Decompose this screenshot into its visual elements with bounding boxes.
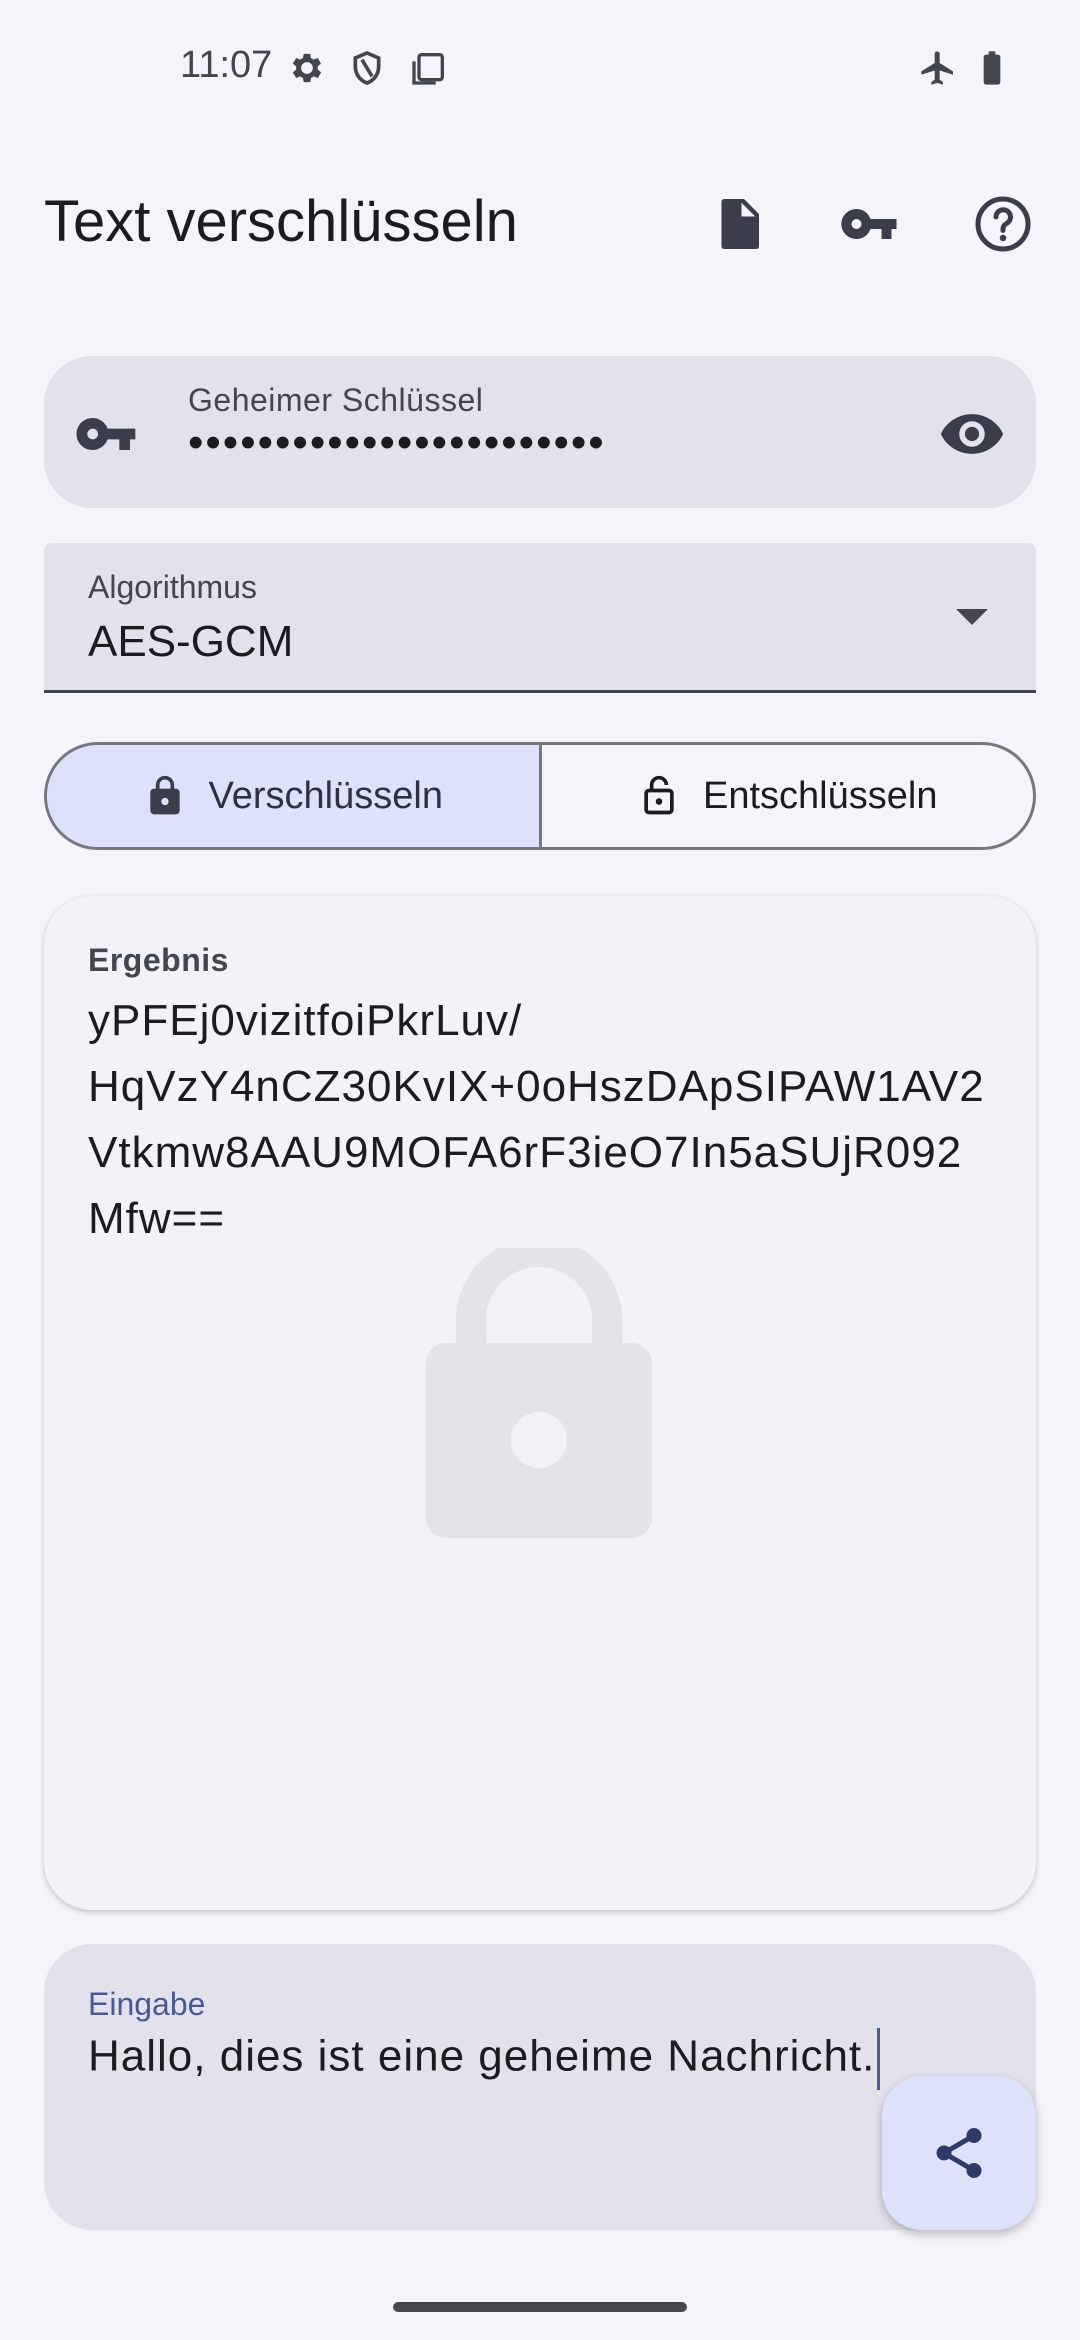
key-icon	[76, 418, 136, 450]
result-line: yPFEj0vizitfoiPkrLuv/	[88, 996, 523, 1045]
algorithm-dropdown[interactable]: Algorithmus AES-GCM	[44, 543, 1036, 693]
decrypt-label: Entschlüsseln	[703, 774, 938, 817]
algorithm-label: Algorithmus	[88, 569, 257, 605]
decrypt-segment[interactable]: Entschlüsseln	[542, 745, 1034, 847]
status-time: 11:07	[180, 44, 273, 86]
help-icon[interactable]	[967, 188, 1039, 260]
shield-icon	[347, 48, 387, 88]
secret-key-field[interactable]: Geheimer Schlüssel •••••••••••••••••••••…	[44, 356, 1036, 508]
algorithm-value: AES-GCM	[88, 617, 294, 666]
result-line: HqVzY4nCZ30KvIX+0oHszDApSIPAW1AV2	[88, 1062, 985, 1111]
home-indicator[interactable]	[393, 2302, 687, 2312]
gear-icon	[287, 48, 327, 88]
share-icon	[936, 2128, 982, 2178]
encrypt-label: Verschlüsseln	[208, 774, 443, 817]
share-button[interactable]	[882, 2076, 1036, 2230]
lock-watermark-icon	[426, 1248, 652, 1538]
input-text[interactable]: Hallo, dies ist eine geheime Nachricht.	[88, 2028, 881, 2090]
input-value: Hallo, dies ist eine geheime Nachricht.	[88, 2031, 876, 2081]
result-label: Ergebnis	[88, 942, 229, 978]
text-cursor	[877, 2028, 881, 2090]
result-line: Vtkmw8AAU9MOFA6rF3ieO7In5aSUjR092	[88, 1128, 963, 1177]
secret-key-label: Geheimer Schlüssel	[188, 382, 484, 418]
key-icon[interactable]	[833, 188, 905, 260]
screen-icon	[409, 48, 449, 88]
dropdown-arrow-icon	[956, 609, 988, 625]
result-text[interactable]: yPFEj0vizitfoiPkrLuv/ HqVzY4nCZ30KvIX+0o…	[88, 988, 1008, 1252]
result-card: Ergebnis yPFEj0vizitfoiPkrLuv/ HqVzY4nCZ…	[44, 896, 1036, 1910]
battery-icon	[972, 48, 1012, 88]
input-label: Eingabe	[88, 1986, 206, 2022]
airplane-icon	[918, 48, 958, 88]
encrypt-segment[interactable]: Verschlüsseln	[47, 745, 539, 847]
visibility-icon[interactable]	[938, 400, 1006, 468]
unlock-icon	[644, 775, 674, 815]
secret-key-value: ••••••••••••••••••••••••	[188, 418, 606, 467]
page-title: Text verschlüsseln	[44, 189, 518, 254]
result-line: Mfw==	[88, 1194, 226, 1243]
lock-icon	[149, 775, 180, 815]
mode-segmented-control: Verschlüsseln Entschlüsseln	[44, 742, 1036, 850]
file-icon[interactable]	[703, 188, 775, 260]
